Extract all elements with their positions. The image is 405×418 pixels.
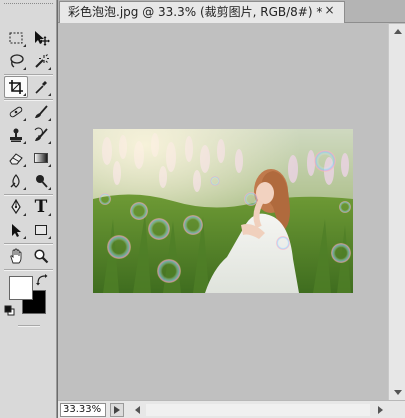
document-tab[interactable]: 彩色泡泡.jpg @ 33.3% (裁剪图片, RGB/8#) *: [59, 1, 345, 23]
bandage-icon: [9, 106, 23, 118]
type-icon: T: [34, 197, 48, 217]
toolbox-grip[interactable]: [4, 3, 53, 5]
eyedropper-tool[interactable]: [29, 76, 53, 98]
close-tab-button[interactable]: ×: [322, 3, 337, 18]
vertical-scrollbar[interactable]: [388, 24, 405, 400]
scroll-up-button[interactable]: [390, 24, 405, 38]
toolbox-panel: T: [0, 0, 57, 418]
play-arrow-icon: [114, 406, 120, 414]
dodge-icon: [36, 175, 48, 188]
brush-icon: [35, 105, 48, 118]
resize-corner[interactable]: [388, 401, 405, 418]
default-colors-icon[interactable]: [4, 305, 15, 316]
eyedropper-icon: [35, 81, 47, 94]
hand-tool[interactable]: [4, 245, 28, 267]
hand-icon: [10, 248, 22, 264]
rectangle-shape-tool[interactable]: [29, 219, 53, 241]
path-selection-icon: [12, 224, 21, 237]
gradient-tool[interactable]: [29, 147, 53, 169]
blur-tool[interactable]: [4, 170, 28, 192]
pen-tool[interactable]: [4, 196, 28, 218]
stamp-icon: [10, 128, 22, 142]
document-info-button[interactable]: [110, 403, 124, 417]
document-tab-title: 彩色泡泡.jpg @ 33.3% (裁剪图片, RGB/8#) *: [68, 5, 323, 19]
arrow-right-icon: [378, 406, 383, 414]
magic-wand-tool[interactable]: [29, 50, 53, 72]
scroll-down-button[interactable]: [390, 386, 405, 400]
pen-icon: [11, 199, 21, 215]
marquee-icon: [9, 32, 23, 44]
eraser-tool[interactable]: [4, 147, 28, 169]
status-bar: 33.33%: [58, 400, 405, 418]
arrow-down-icon: [393, 390, 402, 395]
eraser-icon: [9, 153, 23, 165]
brush-tool[interactable]: [29, 101, 53, 123]
arrow-left-icon: [135, 406, 140, 414]
zoom-level-field[interactable]: 33.33%: [60, 403, 106, 417]
scroll-right-button[interactable]: [374, 403, 388, 417]
rectangular-marquee-tool[interactable]: [4, 27, 28, 49]
gradient-icon: [34, 153, 48, 163]
zoom-icon: [34, 249, 49, 264]
scroll-left-button[interactable]: [130, 403, 144, 417]
type-tool[interactable]: T: [29, 196, 53, 218]
foreground-color-swatch[interactable]: [9, 276, 33, 300]
swap-colors-icon[interactable]: [36, 274, 48, 286]
history-brush-icon: [34, 127, 48, 141]
zoom-tool[interactable]: [29, 245, 53, 267]
blur-icon: [10, 174, 20, 188]
crop-icon: [9, 80, 23, 94]
clone-stamp-tool[interactable]: [4, 124, 28, 146]
crop-tool[interactable]: [4, 76, 28, 98]
rectangle-shape-icon: [35, 225, 47, 235]
history-brush-tool[interactable]: [29, 124, 53, 146]
spot-healing-brush-tool[interactable]: [4, 101, 28, 123]
document-image[interactable]: [93, 129, 353, 293]
lasso-icon: [10, 54, 24, 68]
dodge-tool[interactable]: [29, 170, 53, 192]
move-icon: [35, 31, 50, 46]
path-selection-tool[interactable]: [4, 219, 28, 241]
document-window: 彩色泡泡.jpg @ 33.3% (裁剪图片, RGB/8#) * × 33.3…: [58, 0, 405, 418]
horizontal-scroll-track[interactable]: [146, 404, 370, 416]
arrow-up-icon: [393, 29, 402, 34]
move-tool[interactable]: [29, 27, 53, 49]
document-tab-bar: 彩色泡泡.jpg @ 33.3% (裁剪图片, RGB/8#) * ×: [58, 0, 405, 23]
canvas-area[interactable]: [58, 24, 388, 400]
magic-wand-icon: [35, 54, 49, 68]
lasso-tool[interactable]: [4, 50, 28, 72]
